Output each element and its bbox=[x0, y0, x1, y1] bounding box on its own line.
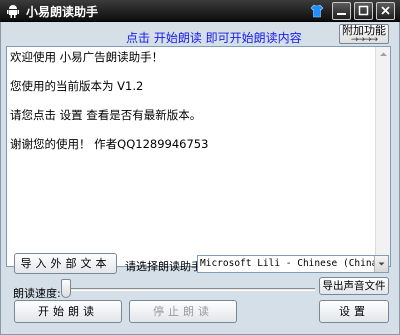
maximize-icon bbox=[358, 5, 369, 16]
text-line: 请您点击 设置 查看是否有最新版本。 bbox=[10, 108, 202, 122]
voice-label: 请选择朗读助手: bbox=[125, 260, 206, 273]
arrows-icon: →→→→ bbox=[350, 35, 378, 45]
window-title: 小易朗读助手 bbox=[26, 5, 99, 19]
close-button[interactable] bbox=[376, 2, 395, 20]
main-panel: 点击 开始朗读 即可开始朗读内容 附加功能 →→→→ 欢迎使用 小易广告朗读助手… bbox=[0, 22, 400, 335]
close-icon bbox=[381, 6, 390, 15]
chevron-down-icon bbox=[378, 262, 385, 266]
text-line: 您使用的当前版本为 V1.2 bbox=[10, 79, 144, 93]
speed-slider-track[interactable] bbox=[61, 288, 315, 291]
reading-text-area[interactable]: 欢迎使用 小易广告朗读助手！ 您使用的当前版本为 V1.2 请您点击 设置 查看… bbox=[6, 46, 391, 267]
vertical-scrollbar[interactable] bbox=[375, 47, 390, 266]
speed-label: 朗读速度: bbox=[13, 287, 61, 300]
android-icon bbox=[6, 4, 20, 18]
voice-selected-value: Microsoft Lili - Chinese (China) bbox=[200, 258, 384, 269]
minimize-icon bbox=[337, 13, 346, 15]
hint-text: 点击 开始朗读 即可开始朗读内容 bbox=[126, 31, 302, 45]
text-line: 谢谢您的使用！ 作者QQ1289946753 bbox=[10, 137, 209, 151]
maximize-button[interactable] bbox=[354, 2, 373, 20]
dropdown-button[interactable] bbox=[374, 256, 388, 272]
speed-slider-thumb[interactable] bbox=[61, 279, 71, 298]
extra-features-button[interactable]: 附加功能 →→→→ bbox=[339, 24, 389, 45]
stop-reading-button[interactable]: 停止朗读 bbox=[129, 300, 237, 323]
settings-button[interactable]: 设置 bbox=[319, 300, 389, 323]
scroll-up-icon[interactable] bbox=[376, 47, 391, 62]
voice-select[interactable]: Microsoft Lili - Chinese (China) bbox=[197, 255, 389, 273]
import-text-button[interactable]: 导入外部文本 bbox=[14, 253, 117, 274]
export-audio-button[interactable]: 导出声音文件 bbox=[319, 277, 389, 295]
title-bar[interactable]: 小易朗读助手 bbox=[0, 0, 400, 22]
start-reading-button[interactable]: 开始朗读 bbox=[14, 300, 122, 323]
minimize-button[interactable] bbox=[332, 2, 351, 20]
text-content: 欢迎使用 小易广告朗读助手！ 您使用的当前版本为 V1.2 请您点击 设置 查看… bbox=[10, 50, 374, 166]
text-line: 欢迎使用 小易广告朗读助手！ bbox=[10, 50, 164, 64]
tshirt-icon[interactable] bbox=[310, 4, 324, 18]
